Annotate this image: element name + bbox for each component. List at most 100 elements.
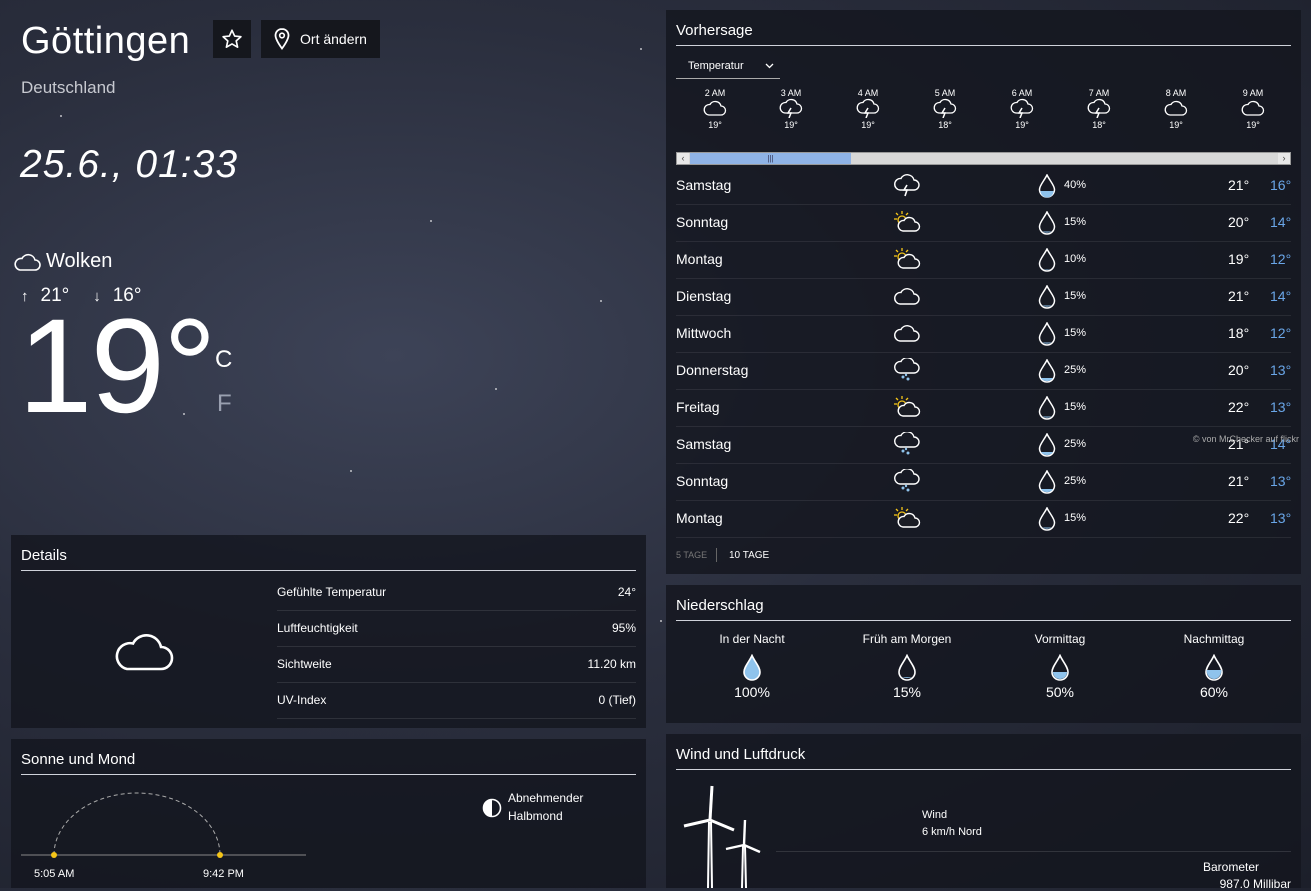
day-name: Montag xyxy=(676,251,723,267)
wind-turbine-icon xyxy=(683,785,761,888)
barometer-value: 987.0 Millibar xyxy=(1219,877,1291,891)
detail-row: Gefühlte Temperatur 24° xyxy=(277,574,636,611)
detail-row: Luftfeuchtigkeit 95% xyxy=(277,610,636,647)
precip-item: Früh am Morgen 15% xyxy=(832,632,982,700)
hour-temp: 19° xyxy=(708,120,722,130)
hour-temp: 18° xyxy=(938,120,952,130)
day-high: 21° xyxy=(1228,473,1250,489)
hour-label: 2 AM xyxy=(704,88,726,98)
hour-temp: 19° xyxy=(1015,120,1029,130)
detail-row: Sichtweite 11.20 km xyxy=(277,646,636,683)
hour-label: 8 AM xyxy=(1165,88,1187,98)
cloud-icon xyxy=(1241,100,1265,116)
current-temperature: 19° xyxy=(18,292,217,441)
rain-drop-icon xyxy=(1038,433,1056,457)
moon-phase-line2: Halbmond xyxy=(508,809,563,823)
hourly-item: 5 AM 18° xyxy=(920,88,970,130)
hourly-item: 8 AM 19° xyxy=(1151,88,1201,130)
thunderstorm-icon xyxy=(856,98,880,119)
rain-drop-icon xyxy=(1051,653,1069,681)
day-name: Montag xyxy=(676,510,723,526)
favorite-button[interactable] xyxy=(213,20,251,58)
current-datetime: 25.6., 01:33 xyxy=(20,143,239,186)
hour-label: 9 AM xyxy=(1242,88,1264,98)
rain-chance: 40% xyxy=(1064,179,1087,191)
sun-moon-panel: Sonne und Mond 5:05 AM 9:42 PM Abnehmend… xyxy=(11,739,646,888)
daily-row: Mittwoch 15% 18° 12° xyxy=(676,315,1291,353)
rain-chance: 15% xyxy=(1064,290,1087,302)
precip-item: In der Nacht 100% xyxy=(677,632,827,700)
day-name: Freitag xyxy=(676,399,720,415)
tab-5-days[interactable]: 5 TAGE xyxy=(676,550,707,560)
day-name: Donnerstag xyxy=(676,362,749,378)
day-name: Sonntag xyxy=(676,214,729,230)
sun-moon-title: Sonne und Mond xyxy=(21,751,136,768)
daily-row: Freitag 15% 22° 13° xyxy=(676,389,1291,427)
divider xyxy=(676,620,1291,621)
hour-label: 6 AM xyxy=(1011,88,1033,98)
partly-sunny-icon xyxy=(894,507,921,528)
unit-celsius-toggle[interactable]: C xyxy=(215,346,232,374)
rain-drop-icon xyxy=(1038,248,1056,272)
rain-chance: 25% xyxy=(1064,475,1087,487)
day-name: Samstag xyxy=(676,177,732,193)
rain-cloud-icon xyxy=(894,469,920,492)
day-low: 13° xyxy=(1270,510,1292,526)
sun-arc-graphic xyxy=(21,792,306,858)
day-name: Sonntag xyxy=(676,473,729,489)
day-name: Dienstag xyxy=(676,288,732,304)
rain-drop-icon xyxy=(1038,359,1056,383)
country-name: Deutschland xyxy=(21,78,116,97)
forecast-title: Vorhersage xyxy=(676,22,753,39)
day-high: 20° xyxy=(1228,214,1250,230)
cloud-icon xyxy=(115,634,174,671)
sunset-time: 9:42 PM xyxy=(203,868,244,880)
rain-drop-icon xyxy=(743,653,761,681)
location-pin-icon xyxy=(274,28,290,50)
rain-drop-icon xyxy=(1038,285,1056,309)
scroll-right-arrow[interactable]: › xyxy=(1278,153,1290,164)
chevron-down-icon xyxy=(765,63,774,69)
unit-fahrenheit-toggle[interactable]: F xyxy=(217,390,232,418)
rain-drop-icon xyxy=(1038,396,1056,420)
day-high: 21° xyxy=(1228,288,1250,304)
rain-chance: 15% xyxy=(1064,216,1087,228)
precip-value: 100% xyxy=(734,684,770,700)
cloud-icon xyxy=(703,100,727,116)
tab-10-days[interactable]: 10 TAGE xyxy=(729,550,769,561)
hourly-scrollbar[interactable]: ‹ ||| › xyxy=(676,152,1291,165)
hour-temp: 19° xyxy=(1246,120,1260,130)
precipitation-panel: Niederschlag In der Nacht 100% Früh am M… xyxy=(666,585,1301,723)
hour-label: 5 AM xyxy=(934,88,956,98)
divider xyxy=(676,45,1291,46)
rain-chance: 25% xyxy=(1064,364,1087,376)
cloud-icon xyxy=(14,253,41,271)
partly-sunny-icon xyxy=(894,248,921,269)
forecast-metric-dropdown[interactable]: Temperatur xyxy=(676,54,780,79)
sunrise-time: 5:05 AM xyxy=(34,868,75,880)
day-low: 16° xyxy=(1270,177,1292,193)
change-location-button[interactable]: Ort ändern xyxy=(261,20,380,58)
cloud-icon xyxy=(894,288,920,305)
rain-drop-icon xyxy=(898,653,916,681)
wind-value: 6 km/h Nord xyxy=(922,826,982,838)
rain-drop-icon xyxy=(1038,174,1056,198)
wind-pressure-panel: Wind und Luftdruck Wind 6 km/h Nord Baro… xyxy=(666,734,1301,891)
divider xyxy=(676,769,1291,770)
hour-temp: 19° xyxy=(1169,120,1183,130)
scroll-left-arrow[interactable]: ‹ xyxy=(677,153,689,164)
day-high: 22° xyxy=(1228,510,1250,526)
day-high: 18° xyxy=(1228,325,1250,341)
cloud-icon xyxy=(1164,100,1188,116)
rain-chance: 15% xyxy=(1064,327,1087,339)
hourly-item: 7 AM 18° xyxy=(1074,88,1124,130)
day-high: 22° xyxy=(1228,399,1250,415)
hourly-item: 9 AM 19° xyxy=(1228,88,1278,130)
rain-chance: 10% xyxy=(1064,253,1087,265)
scrollbar-thumb[interactable]: ||| xyxy=(690,153,851,164)
details-title: Details xyxy=(21,547,67,564)
rain-drop-icon xyxy=(1038,470,1056,494)
rain-chance: 15% xyxy=(1064,512,1087,524)
rain-chance: 25% xyxy=(1064,438,1087,450)
photo-credit[interactable]: © von MrChecker auf flickr xyxy=(1193,434,1299,444)
